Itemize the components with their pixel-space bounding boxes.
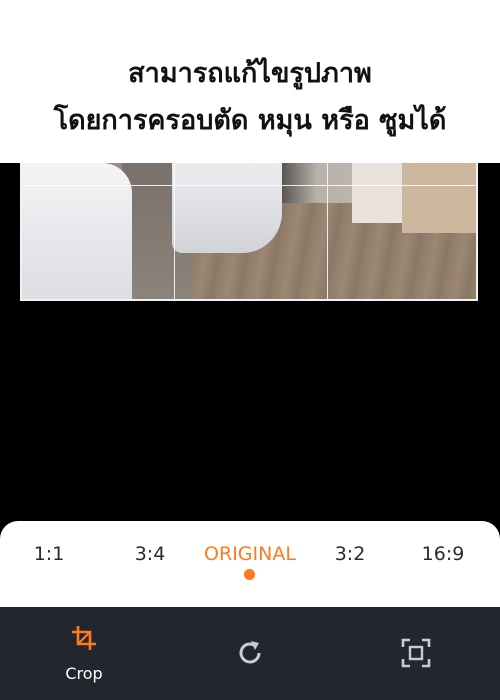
selected-indicator-dot xyxy=(244,569,255,580)
ratio-3-4[interactable]: 3:4 xyxy=(125,542,175,566)
ratio-1-1[interactable]: 1:1 xyxy=(24,542,74,566)
rotate-button[interactable] xyxy=(190,607,310,700)
header-title-line1: สามารถแก้ไขรูปภาพ xyxy=(128,58,372,89)
crop-canvas[interactable] xyxy=(0,163,500,522)
rotate-icon xyxy=(239,641,261,664)
photo-cabinet xyxy=(402,163,476,233)
photo-preview[interactable] xyxy=(20,163,478,301)
aspect-ratio-bar: 1:1 3:4 ORIGINAL 3:2 16:9 xyxy=(0,521,500,607)
crop-grid-line-horizontal xyxy=(22,185,476,186)
edit-toolbar: Crop xyxy=(0,607,500,700)
ratio-original[interactable]: ORIGINAL xyxy=(190,542,310,566)
fit-frame-icon xyxy=(401,638,431,668)
header-title-line2: โดยการครอบตัด หมุน หรือ ซูมได้ xyxy=(53,105,447,136)
ratio-16-9[interactable]: 16:9 xyxy=(418,542,468,566)
photo-sheet xyxy=(172,163,282,253)
crop-label: Crop xyxy=(65,664,103,683)
photo-pillow xyxy=(22,163,132,299)
ratio-3-2[interactable]: 3:2 xyxy=(325,542,375,566)
fit-frame-button[interactable] xyxy=(356,607,476,700)
crop-grid-line-vertical-1 xyxy=(174,163,175,299)
crop-grid-line-vertical-2 xyxy=(327,163,328,299)
crop-icon xyxy=(72,626,96,650)
promo-header: สามารถแก้ไขรูปภาพ โดยการครอบตัด หมุน หรื… xyxy=(0,0,500,163)
crop-button[interactable]: Crop xyxy=(24,607,144,700)
photo-door xyxy=(352,163,402,223)
